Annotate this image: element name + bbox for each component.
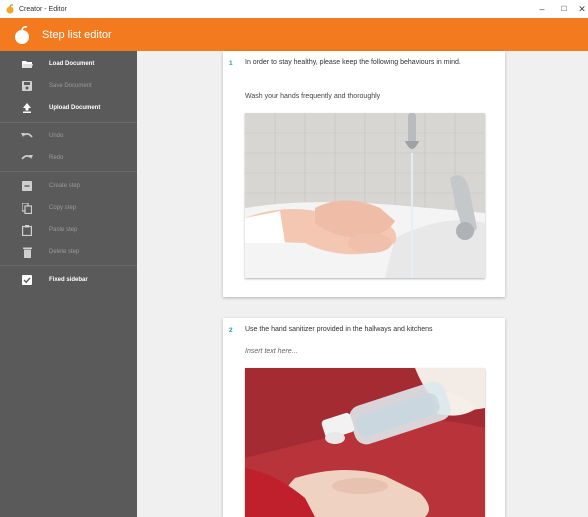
save-icon (21, 80, 33, 92)
sidebar-item-label: Undo (49, 133, 64, 139)
clipboard-icon (21, 224, 33, 236)
sidebar-item-label: Create step (49, 183, 81, 189)
step-card-2[interactable]: 2 Use the hand sanitizer provided in the… (223, 318, 505, 517)
undo-icon (21, 130, 33, 142)
delete-step-button[interactable]: Delete step (0, 242, 137, 262)
window-title: Creator - Editor (19, 5, 67, 13)
redo-button[interactable]: Redo (0, 148, 137, 168)
step-subtext[interactable]: Wash your hands frequently and thoroughl… (245, 93, 380, 100)
upload-document-button[interactable]: Upload Document (0, 98, 137, 118)
redo-icon (21, 152, 33, 164)
add-box-icon (21, 180, 33, 192)
sidebar-item-label: Paste step (49, 227, 78, 233)
sidebar-divider (0, 122, 137, 123)
app-logo-icon (6, 4, 14, 14)
sidebar-item-label: Delete step (49, 249, 80, 255)
sidebar-item-label: Load Document (49, 61, 95, 67)
copy-icon (21, 202, 33, 214)
step-number: 2 (229, 327, 233, 334)
step-text[interactable]: In order to stay healthy, please keep th… (245, 57, 485, 69)
copy-step-button[interactable]: Copy step (0, 198, 137, 218)
close-button[interactable]: ✕ (576, 0, 588, 18)
window-titlebar: Creator - Editor – ☐ ✕ (0, 0, 588, 18)
page-title: Step list editor (42, 28, 112, 41)
checkbox-checked-icon (21, 274, 33, 286)
sidebar-item-label: Copy step (49, 205, 77, 211)
app-logo-icon (15, 25, 29, 44)
maximize-button[interactable]: ☐ (554, 0, 574, 18)
sidebar: Load Document Save Document Upload Docum… (0, 51, 137, 517)
hand-sanitizer-photo (245, 368, 485, 517)
minimize-button[interactable]: – (532, 0, 552, 18)
trash-icon (21, 246, 33, 258)
undo-button[interactable]: Undo (0, 126, 137, 146)
paste-step-button[interactable]: Paste step (0, 220, 137, 240)
step-text[interactable]: Use the hand sanitizer provided in the h… (245, 324, 495, 336)
fixed-sidebar-toggle[interactable]: Fixed sidebar (0, 270, 137, 290)
sidebar-item-label: Upload Document (49, 105, 101, 111)
load-document-button[interactable]: Load Document (0, 54, 137, 74)
step-card-1[interactable]: 1 In order to stay healthy, please keep … (223, 51, 505, 297)
step-number: 1 (229, 60, 233, 67)
sidebar-item-label: Fixed sidebar (49, 277, 88, 283)
save-document-button[interactable]: Save Document (0, 76, 137, 96)
sidebar-divider (0, 265, 137, 266)
folder-open-icon (21, 58, 33, 70)
handwashing-photo (245, 113, 485, 278)
upload-icon (21, 102, 33, 114)
app-header: Step list editor (0, 18, 588, 51)
sidebar-divider (0, 171, 137, 172)
step-text-placeholder[interactable]: Insert text here... (245, 348, 298, 355)
sidebar-item-label: Save Document (49, 83, 92, 89)
sidebar-item-label: Redo (49, 155, 64, 161)
create-step-button[interactable]: Create step (0, 176, 137, 196)
